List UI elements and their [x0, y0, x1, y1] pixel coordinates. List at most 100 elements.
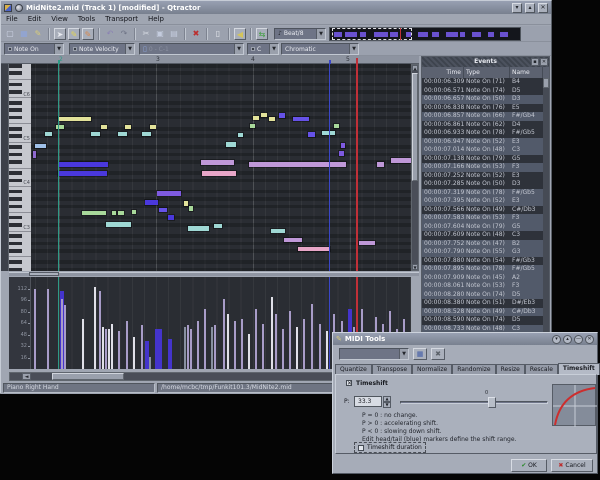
event-row[interactable]: 00:00:07.252Note On (52)E3: [422, 172, 543, 181]
piano-keyboard[interactable]: C6C5C4C3: [9, 64, 31, 271]
tools-preset-combo[interactable]: ▼: [339, 348, 409, 360]
copy-icon[interactable]: ▣: [154, 28, 166, 40]
midi-note[interactable]: [284, 238, 302, 242]
event-row[interactable]: 00:00:08.280Note On (74)D5: [422, 291, 543, 300]
event-type-combo[interactable]: Note On ▼: [4, 43, 64, 55]
timeshift-checkbox[interactable]: ✕: [346, 380, 352, 386]
piano-key-black[interactable]: [9, 108, 22, 112]
event-row[interactable]: 00:00:06.947Note On (52)E3: [422, 138, 543, 147]
dialog-control-button[interactable]: ▾: [552, 335, 561, 344]
event-row[interactable]: 00:00:06.857Note On (66)F#/Gb4: [422, 112, 543, 121]
menu-view[interactable]: View: [51, 15, 68, 23]
event-row[interactable]: 00:00:07.014Note On (48)C3: [422, 146, 543, 155]
midi-note[interactable]: [142, 132, 151, 136]
piano-key-black[interactable]: [9, 197, 22, 201]
event-row[interactable]: 00:00:08.590Note On (74)D5: [422, 316, 543, 325]
midi-note[interactable]: [293, 117, 309, 121]
midi-note[interactable]: [118, 211, 124, 215]
scroll-up-icon[interactable]: ▲: [412, 65, 418, 71]
midi-note[interactable]: [150, 125, 156, 129]
midi-note[interactable]: [269, 117, 275, 121]
events-header[interactable]: TimeTypeName: [422, 67, 549, 78]
dialog-control-button[interactable]: ▴: [563, 335, 572, 344]
piano-key-black[interactable]: [9, 268, 22, 272]
events-column-time[interactable]: Time: [422, 67, 464, 78]
event-row[interactable]: 00:00:06.657Note On (50)D3: [422, 95, 543, 104]
event-row[interactable]: 00:00:07.880Note On (54)F#/Gb3: [422, 257, 543, 266]
midi-note[interactable]: [308, 132, 315, 137]
events-scroll-thumb[interactable]: [543, 78, 549, 88]
midi-note[interactable]: [35, 144, 46, 148]
event-row[interactable]: 00:00:07.752Note On (47)B2: [422, 240, 543, 249]
p-value-spinbox[interactable]: 33.3: [354, 396, 382, 407]
midi-note[interactable]: [202, 171, 236, 176]
preset-delete-button[interactable]: ✖: [431, 348, 445, 360]
event-row[interactable]: 00:00:07.395Note On (52)E3: [422, 197, 543, 206]
midi-note[interactable]: [132, 210, 136, 214]
events-float-icon[interactable]: ▪: [531, 58, 539, 66]
piano-key-black[interactable]: [9, 116, 22, 120]
horizontal-scroll-thumb[interactable]: [52, 373, 124, 380]
midi-note[interactable]: [238, 133, 243, 137]
midi-note[interactable]: [261, 113, 267, 117]
thumbnail-overview[interactable]: [329, 27, 521, 41]
panel-splitter[interactable]: [9, 272, 419, 276]
redo-icon[interactable]: ↷: [118, 28, 130, 40]
vertical-scrollbar[interactable]: ▲ ▼: [411, 64, 419, 271]
titlebar[interactable]: MidNite2.mid (Track 1) [modified] - Qtra…: [1, 1, 551, 14]
events-panel-caption[interactable]: Events: [422, 57, 549, 67]
piano-key-black[interactable]: [9, 160, 22, 164]
timeshift-duration-option[interactable]: Timeshift duration: [354, 442, 426, 453]
edit-mode-icon[interactable]: ✎: [32, 28, 44, 40]
midi-note[interactable]: [341, 143, 345, 148]
duration-checkbox[interactable]: [358, 445, 364, 451]
midi-note[interactable]: [59, 162, 108, 167]
dialog-control-button[interactable]: —: [574, 335, 583, 344]
piano-key-black[interactable]: [9, 179, 22, 183]
midi-note[interactable]: [145, 200, 158, 205]
menu-help[interactable]: Help: [148, 15, 164, 23]
midi-note[interactable]: [391, 158, 411, 163]
midi-note[interactable]: [101, 125, 107, 129]
midi-note[interactable]: [339, 151, 344, 156]
midi-note[interactable]: [58, 171, 107, 176]
minimize-button[interactable]: ▾: [512, 3, 522, 13]
event-row[interactable]: 00:00:07.285Note On (50)D3: [422, 180, 543, 189]
event-row[interactable]: 00:00:07.319Note On (78)F#/Gb5: [422, 189, 543, 198]
midi-note[interactable]: [359, 241, 375, 245]
midi-note[interactable]: [322, 131, 329, 135]
event-row[interactable]: 00:00:08.061Note On (53)F3: [422, 282, 543, 291]
piano-key-black[interactable]: [9, 90, 22, 94]
spin-down-icon[interactable]: ▼: [383, 402, 391, 408]
midi-note[interactable]: [157, 191, 181, 196]
midi-note[interactable]: [58, 117, 91, 121]
midi-note[interactable]: [201, 160, 234, 165]
midi-note[interactable]: [298, 247, 330, 251]
menu-tools[interactable]: Tools: [78, 15, 95, 23]
scroll-down-icon[interactable]: ▼: [412, 264, 418, 270]
piano-key-black[interactable]: [9, 127, 22, 131]
pianoroll-canvas[interactable]: [31, 64, 411, 271]
midi-note[interactable]: [330, 131, 335, 135]
piano-key-black[interactable]: [9, 242, 22, 246]
value-type-combo[interactable]: Note Velocity ▼: [69, 43, 135, 55]
cancel-button[interactable]: ✖ Cancel: [551, 459, 593, 472]
piano-key-black[interactable]: [9, 101, 22, 105]
event-row[interactable]: 00:00:07.138Note On (79)G5: [422, 155, 543, 164]
midi-note[interactable]: [118, 132, 127, 136]
events-close-icon[interactable]: ✕: [540, 58, 548, 66]
event-row[interactable]: 00:00:07.895Note On (78)F#/Gb5: [422, 265, 543, 274]
piano-key-black[interactable]: [9, 190, 22, 194]
midi-note[interactable]: [159, 208, 167, 212]
midi-note[interactable]: [184, 201, 188, 206]
piano-key-black[interactable]: [9, 216, 22, 220]
paste-icon[interactable]: ▤: [168, 28, 180, 40]
midi-note[interactable]: [334, 124, 339, 128]
scroll-left-icon[interactable]: ◄: [22, 373, 31, 380]
midi-note[interactable]: [112, 211, 116, 215]
event-row[interactable]: 00:00:06.309Note On (71)B4: [422, 78, 543, 87]
piano-key-black[interactable]: [9, 145, 22, 149]
new-file-icon[interactable]: ▢: [4, 28, 16, 40]
event-row[interactable]: 00:00:07.790Note On (55)G3: [422, 248, 543, 257]
audio-preview-icon[interactable]: ◀: [234, 28, 246, 40]
